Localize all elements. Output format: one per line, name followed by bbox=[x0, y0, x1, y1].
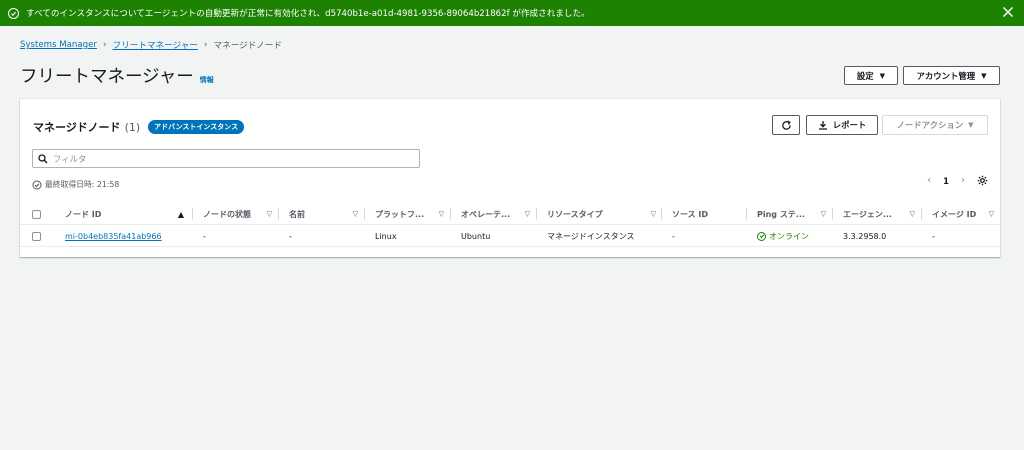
cell-name: - bbox=[289, 231, 292, 241]
column-name[interactable]: 名前 ▽ bbox=[278, 203, 364, 225]
banner-message: すべてのインスタンスについてエージェントの自動更新が正常に有効化され、d5740… bbox=[26, 9, 590, 19]
chevron-right-icon: › bbox=[102, 40, 107, 50]
pagination: ‹ 1 › bbox=[927, 175, 988, 186]
cell-node-state: - bbox=[203, 231, 206, 241]
column-ping-status[interactable]: Ping ステ... ▽ bbox=[746, 203, 832, 225]
cell-os: Ubuntu bbox=[461, 231, 491, 241]
caret-down-icon: ▼ bbox=[968, 121, 974, 129]
sort-ascending-icon: ▲ bbox=[177, 209, 184, 219]
refresh-button[interactable] bbox=[772, 115, 800, 135]
table-row: mi-0b4eb835fa41ab966 - - Linux Ubuntu マネ… bbox=[20, 225, 1000, 247]
success-check-icon bbox=[8, 7, 19, 19]
check-circle-icon bbox=[757, 231, 766, 241]
filter-input[interactable] bbox=[53, 153, 393, 164]
breadcrumb: Systems Manager › フリートマネージャー › マネージドノード bbox=[20, 39, 282, 51]
advanced-instance-badge: アドバンストインスタンス bbox=[148, 120, 245, 134]
sort-icon: ▽ bbox=[266, 210, 272, 218]
report-button[interactable]: レポート bbox=[806, 115, 878, 135]
sort-icon: ▽ bbox=[352, 210, 358, 218]
node-action-button[interactable]: ノードアクション ▼ bbox=[882, 115, 988, 135]
caret-down-icon: ▼ bbox=[981, 71, 987, 80]
cell-platform: Linux bbox=[375, 231, 397, 241]
settings-label: 設定 bbox=[856, 70, 874, 81]
page-title: フリートマネージャー bbox=[20, 67, 194, 87]
breadcrumb-systems-manager[interactable]: Systems Manager bbox=[20, 40, 97, 50]
search-icon bbox=[38, 153, 48, 163]
column-node-state[interactable]: ノードの状態 ▽ bbox=[192, 203, 278, 225]
ping-status-text: オンライン bbox=[769, 231, 809, 241]
previous-page-icon[interactable]: ‹ bbox=[927, 175, 931, 186]
column-resource-type[interactable]: リソースタイプ ▽ bbox=[536, 203, 662, 225]
cell-source-id: - bbox=[672, 231, 675, 241]
column-node-id[interactable]: ノード ID ▲ bbox=[65, 203, 190, 225]
account-label: アカウント管理 bbox=[916, 70, 976, 81]
card-title: マネージドノード bbox=[33, 121, 121, 134]
cell-agent-version: 3.3.2958.0 bbox=[843, 231, 887, 241]
refresh-icon bbox=[781, 120, 791, 130]
column-platform[interactable]: プラットフ... ▽ bbox=[364, 203, 450, 225]
report-label: レポート bbox=[832, 120, 867, 130]
sort-icon: ▽ bbox=[524, 210, 530, 218]
success-banner: すべてのインスタンスについてエージェントの自動更新が正常に有効化され、d5740… bbox=[0, 0, 1024, 26]
gear-icon[interactable] bbox=[977, 175, 988, 186]
page-header: フリートマネージャー 情報 bbox=[20, 63, 214, 88]
account-management-button[interactable]: アカウント管理 ▼ bbox=[903, 66, 1000, 85]
last-fetched-text: 最終取得日時: 21:58 bbox=[45, 180, 120, 189]
sort-icon: ▽ bbox=[820, 210, 826, 218]
download-icon bbox=[818, 121, 827, 130]
ping-status: オンライン bbox=[757, 231, 809, 242]
breadcrumb-fleet-manager[interactable]: フリートマネージャー bbox=[113, 39, 198, 51]
row-checkbox[interactable] bbox=[32, 231, 41, 241]
caret-down-icon: ▼ bbox=[879, 71, 886, 80]
cell-resource-type: マネージドインスタンス bbox=[547, 231, 635, 241]
node-action-label: ノードアクション bbox=[896, 120, 964, 130]
column-os[interactable]: オペレーテ... ▽ bbox=[450, 203, 536, 225]
column-image-id[interactable]: イメージ ID ▽ bbox=[921, 203, 1000, 225]
sort-icon: ▽ bbox=[909, 210, 915, 218]
close-icon[interactable] bbox=[1002, 6, 1014, 18]
sort-icon: ▽ bbox=[438, 210, 444, 218]
next-page-icon[interactable]: › bbox=[961, 175, 965, 186]
managed-nodes-card: マネージドノード (1) アドバンストインスタンス レポート ノードアクション … bbox=[20, 99, 1000, 257]
clock-icon bbox=[32, 180, 42, 189]
breadcrumb-managed-nodes: マネージドノード bbox=[213, 41, 282, 51]
sort-icon: ▽ bbox=[650, 210, 656, 218]
select-all-checkbox[interactable] bbox=[32, 209, 41, 219]
node-count: (1) bbox=[124, 120, 141, 134]
sort-icon: ▽ bbox=[988, 210, 994, 218]
settings-button[interactable]: 設定 ▼ bbox=[844, 66, 898, 85]
last-fetched: 最終取得日時: 21:58 bbox=[32, 179, 119, 190]
card-header: マネージドノード (1) アドバンストインスタンス bbox=[33, 119, 245, 135]
table-header: ノード ID ▲ ノードの状態 ▽ 名前 ▽ プラットフ... ▽ オペレーテ... ▽ … bbox=[20, 203, 1000, 225]
cell-image-id: - bbox=[932, 231, 935, 241]
info-link[interactable]: 情報 bbox=[200, 75, 214, 85]
chevron-right-icon: › bbox=[203, 40, 208, 50]
node-id-link[interactable]: mi-0b4eb835fa41ab966 bbox=[65, 232, 162, 241]
column-source-id[interactable]: ソース ID bbox=[661, 203, 746, 225]
column-agent-version[interactable]: エージェン... ▽ bbox=[832, 203, 921, 225]
current-page[interactable]: 1 bbox=[943, 176, 949, 186]
filter-field[interactable] bbox=[32, 149, 420, 168]
